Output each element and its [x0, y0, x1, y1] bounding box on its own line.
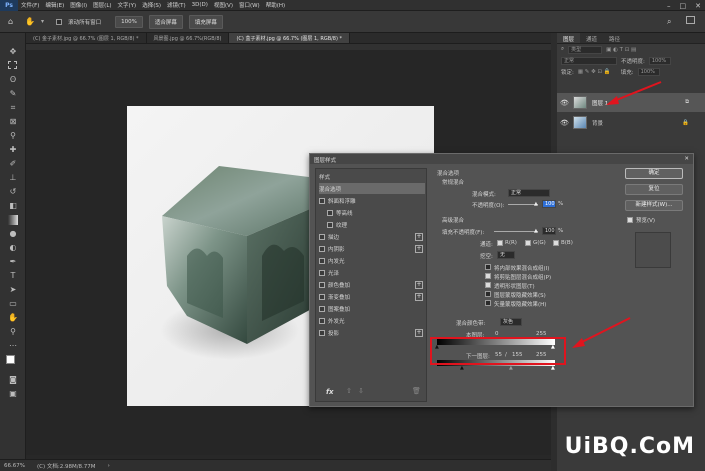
arrow-to-layer	[613, 81, 662, 102]
watermark: UiBQ.CoM	[564, 434, 695, 459]
arrow-to-layer-head	[606, 96, 619, 105]
arrow-to-slider	[579, 317, 631, 344]
annotation-arrows	[572, 81, 662, 348]
arrow-to-slider-head	[572, 338, 585, 348]
